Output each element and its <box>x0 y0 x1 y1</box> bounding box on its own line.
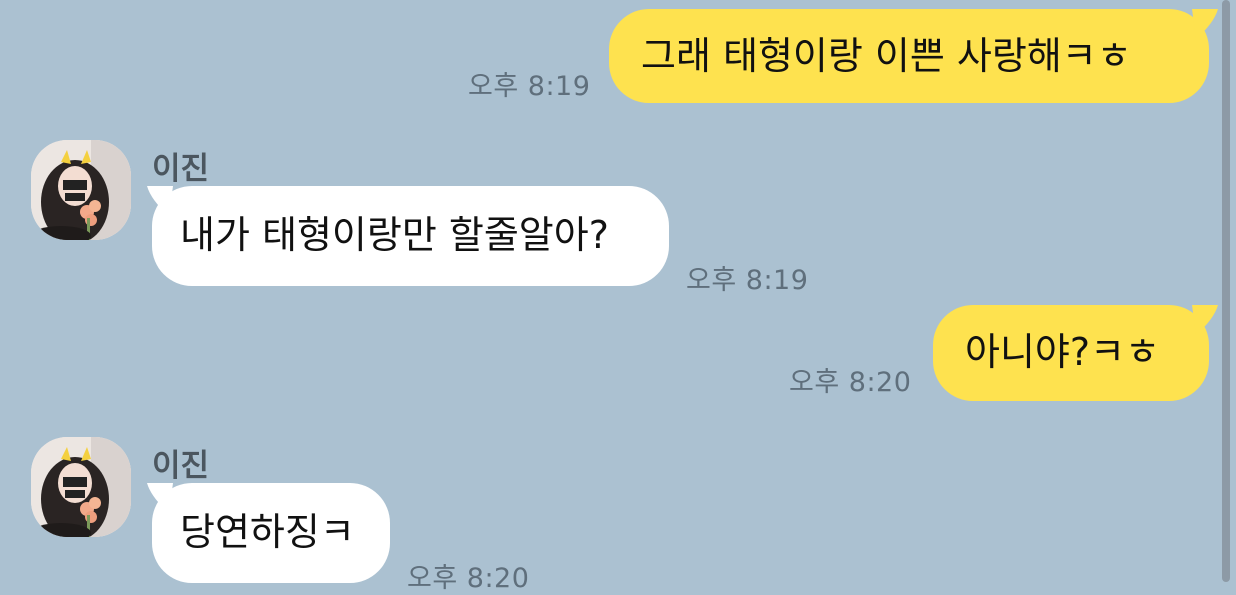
message-timestamp: 오후 8:20 <box>407 563 530 594</box>
message-timestamp: 오후 8:20 <box>789 367 912 398</box>
chat-message-area[interactable]: 오후 8:19 그래 태형이랑 이쁜 사랑해ㅋㅎ 이진 내가 태형이랑만 할줄알… <box>0 0 1236 594</box>
avatar[interactable] <box>31 437 131 537</box>
profile-photo-icon <box>31 437 131 537</box>
sender-name: 이진 <box>152 151 210 187</box>
message-timestamp: 오후 8:19 <box>686 265 809 296</box>
bubble-tail-icon <box>1192 305 1218 335</box>
their-message-bubble[interactable]: 내가 태형이랑만 할줄알아? <box>152 186 669 286</box>
bubble-tail-icon <box>1192 9 1218 39</box>
profile-photo-icon <box>31 140 131 240</box>
their-message-bubble[interactable]: 당연하징ㅋ <box>152 483 390 583</box>
message-timestamp: 오후 8:19 <box>468 71 591 102</box>
avatar[interactable] <box>31 140 131 240</box>
scrollbar[interactable] <box>1222 0 1230 582</box>
my-message-bubble[interactable]: 그래 태형이랑 이쁜 사랑해ㅋㅎ <box>609 9 1209 103</box>
sender-name: 이진 <box>152 448 210 484</box>
my-message-bubble[interactable]: 아니야?ㅋㅎ <box>933 305 1209 401</box>
